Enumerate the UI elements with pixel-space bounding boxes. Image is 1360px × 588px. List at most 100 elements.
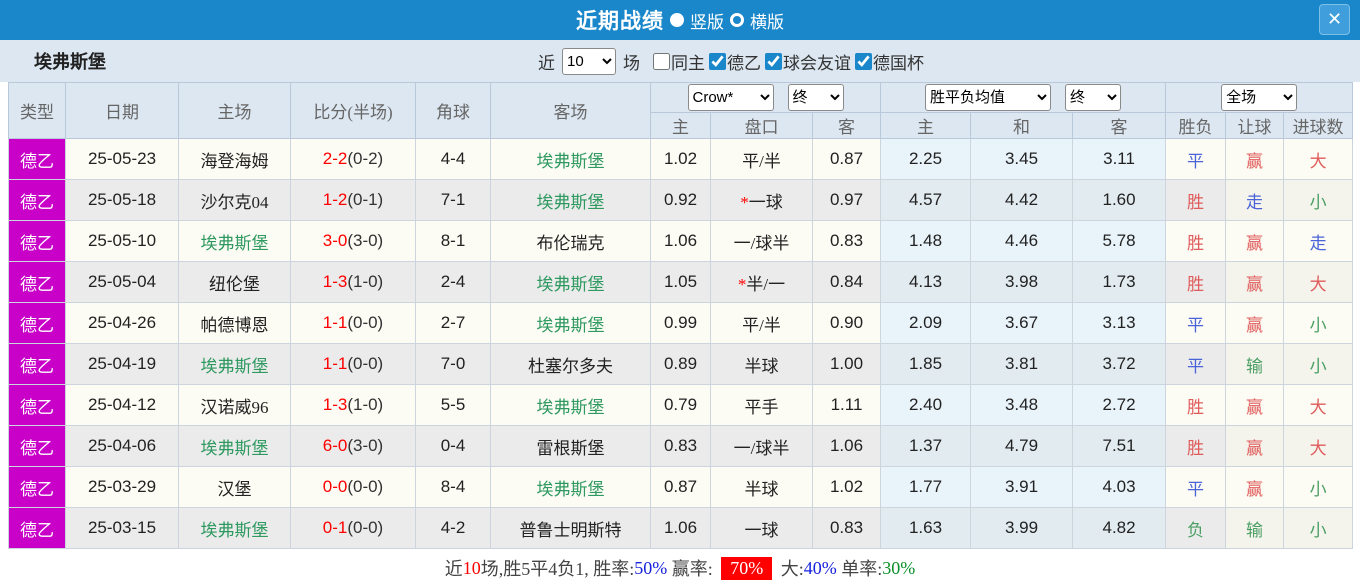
filter-checkbox-1[interactable] (709, 52, 726, 70)
euro-draw-odds: 4.46 (970, 220, 1074, 262)
col-header-type: 类型 (8, 82, 66, 139)
subcol-goals: 进球数 (1283, 112, 1354, 139)
handicap-result: 赢 (1225, 302, 1285, 344)
asian-away-odds: 1.06 (811, 425, 882, 467)
asian-home-odds: 0.89 (650, 343, 711, 385)
filter-label: 球会友谊 (783, 53, 851, 73)
league-badge: 德乙 (8, 220, 66, 262)
asian-handicap: 平手 (710, 384, 813, 426)
filter-checkbox-3[interactable] (855, 52, 872, 70)
asian-home-odds: 1.05 (650, 261, 711, 303)
outcome-result: 平 (1165, 343, 1227, 385)
filter-checkboxes: 同主 德乙 球会友谊 德国杯 (652, 49, 924, 74)
fulltime-score: 6-0 (322, 436, 348, 455)
euro-draw-odds: 3.67 (970, 302, 1074, 344)
filter-option: 球会友谊 (764, 49, 851, 74)
corner-score: 0-4 (415, 425, 491, 467)
match-date: 25-04-12 (65, 384, 179, 426)
asian-away-odds: 1.11 (811, 384, 882, 426)
asian-away-odds: 0.84 (811, 261, 882, 303)
home-team: 汉诺威96 (178, 384, 291, 426)
corner-score: 7-1 (415, 179, 491, 221)
halftime-score: (0-0) (347, 313, 384, 332)
asian-company-select[interactable]: Crow* (687, 84, 774, 111)
home-team: 沙尔克04 (178, 179, 291, 221)
fulltime-score: 2-2 (322, 149, 348, 168)
asian-away-odds: 1.00 (811, 343, 882, 385)
euro-away-odds: 7.51 (1072, 425, 1167, 467)
fulltime-score: 1-2 (322, 190, 348, 209)
euro-draw-odds: 3.45 (970, 138, 1074, 180)
fulltime-score: 0-0 (322, 477, 348, 496)
filter-label: 德乙 (727, 53, 761, 73)
euro-home-odds: 2.25 (880, 138, 972, 180)
league-badge: 德乙 (8, 138, 66, 180)
halftime-score: (0-0) (347, 477, 384, 496)
asian-home-odds: 0.99 (650, 302, 711, 344)
layout-radio-horizontal[interactable]: 横版 (730, 8, 784, 33)
euro-draw-odds: 3.81 (970, 343, 1074, 385)
goals-result: 大 (1283, 138, 1354, 180)
league-badge: 德乙 (8, 302, 66, 344)
euro-draw-odds: 3.48 (970, 384, 1074, 426)
euro-away-odds: 1.60 (1072, 179, 1167, 221)
euro-away-odds: 5.78 (1072, 220, 1167, 262)
league-badge: 德乙 (8, 343, 66, 385)
euro-company-select[interactable]: 胜平负均值 (925, 84, 1052, 111)
fulltime-score: 1-1 (322, 313, 348, 332)
corner-score: 7-0 (415, 343, 491, 385)
outcome-result: 胜 (1165, 179, 1227, 221)
fulltime-score: 3-0 (322, 231, 348, 250)
results-tbody: 德乙 25-05-23 海登海姆 2-2(0-2) 4-4 埃弗斯堡 1.02 平/半 0.87… (8, 138, 1354, 549)
outcome-result: 负 (1165, 507, 1227, 549)
fulltime-scope-select[interactable]: 全场 (1221, 84, 1298, 111)
asian-home-odds: 1.06 (650, 507, 711, 549)
match-date: 25-05-04 (65, 261, 179, 303)
dialog-title: 近期战绩 (576, 10, 664, 33)
goals-result: 大 (1283, 425, 1354, 467)
close-icon: ✕ (1326, 9, 1343, 29)
euro-home-odds: 2.09 (880, 302, 972, 344)
away-team: 雷根斯堡 (490, 425, 651, 467)
score-cell: 1-1(0-0) (290, 302, 416, 344)
home-team: 埃弗斯堡 (178, 507, 291, 549)
filter-checkbox-0[interactable] (653, 52, 670, 70)
league-badge: 德乙 (8, 261, 66, 303)
euro-time-select[interactable]: 终 (1065, 84, 1122, 111)
home-team: 帕德博恩 (178, 302, 291, 344)
close-button[interactable]: ✕ (1319, 4, 1350, 35)
euro-away-odds: 1.73 (1072, 261, 1167, 303)
filter-option: 德乙 (708, 49, 761, 74)
near-label: 近 (538, 53, 555, 73)
euro-home-odds: 1.37 (880, 425, 972, 467)
score-cell: 1-2(0-1) (290, 179, 416, 221)
euro-draw-odds: 3.98 (970, 261, 1074, 303)
subcol-euro-away: 客 (1072, 112, 1167, 139)
filter-checkbox-2[interactable] (765, 52, 782, 70)
handicap-text: 半球 (744, 356, 779, 376)
handicap-text: 平手 (744, 397, 779, 417)
euro-home-odds: 4.13 (880, 261, 972, 303)
match-row: 德乙 25-04-06 埃弗斯堡 6-0(3-0) 0-4 雷根斯堡 0.83 一/球半 1.0… (8, 425, 1354, 467)
euro-away-odds: 4.03 (1072, 466, 1167, 508)
away-team: 埃弗斯堡 (490, 384, 651, 426)
match-date: 25-05-10 (65, 220, 179, 262)
handicap-result: 赢 (1225, 466, 1285, 508)
asian-time-select[interactable]: 终 (787, 84, 844, 111)
goals-result: 小 (1283, 343, 1354, 385)
halftime-score: (0-1) (347, 190, 384, 209)
layout-radio-vertical[interactable]: 竖版 (670, 8, 724, 33)
handicap-result: 赢 (1225, 384, 1285, 426)
filter-label: 同主 (671, 53, 705, 73)
summary-segment: 10 (462, 557, 481, 578)
asian-handicap: 半球 (710, 343, 813, 385)
euro-draw-odds: 3.99 (970, 507, 1074, 549)
filter-label: 德国杯 (873, 53, 924, 73)
away-team: 埃弗斯堡 (490, 466, 651, 508)
match-count-select[interactable]: 10 (562, 47, 616, 75)
summary-segment: 50% (634, 557, 668, 578)
euro-home-odds: 1.85 (880, 343, 972, 385)
match-date: 25-05-18 (65, 179, 179, 221)
away-team: 杜塞尔多夫 (490, 343, 651, 385)
score-cell: 2-2(0-2) (290, 138, 416, 180)
